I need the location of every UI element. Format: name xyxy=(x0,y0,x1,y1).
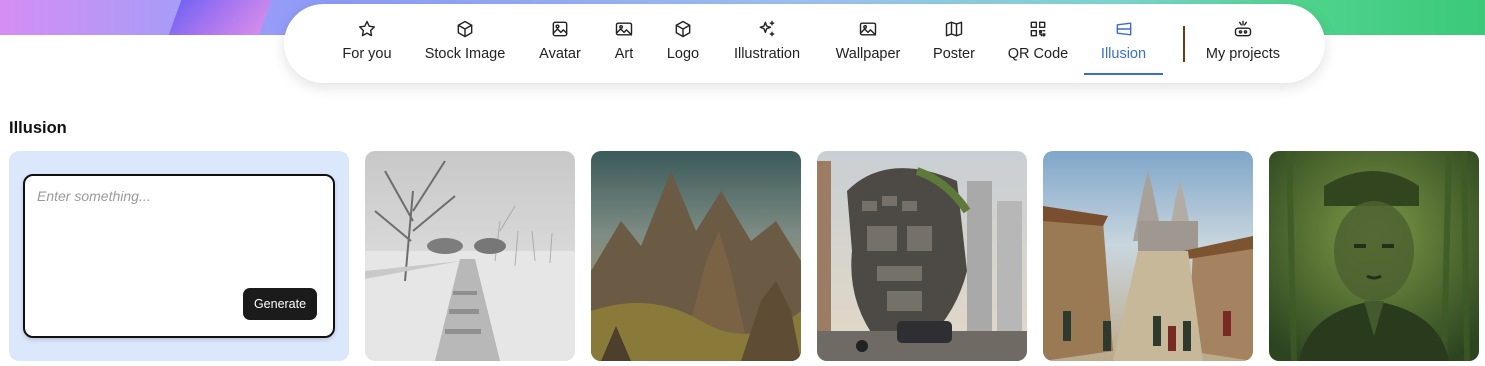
prompt-box: Generate xyxy=(23,174,335,338)
qr-code-icon xyxy=(1027,18,1049,40)
gallery-image-snowy-park[interactable] xyxy=(365,151,575,361)
sparkles-icon xyxy=(756,18,778,40)
image-icon xyxy=(613,18,635,40)
nav-label: My projects xyxy=(1205,46,1281,62)
nav-label: Wallpaper xyxy=(835,46,901,62)
nav-label: QR Code xyxy=(1007,46,1069,62)
nav-label: For you xyxy=(342,46,392,62)
nav-label: Art xyxy=(614,46,634,62)
map-icon xyxy=(943,18,965,40)
image-icon xyxy=(857,18,879,40)
gallery-image-face-building[interactable] xyxy=(817,151,1027,361)
cube-icon xyxy=(672,18,694,40)
category-navbar: For you Stock Image Avatar Art Logo Illu… xyxy=(284,4,1325,83)
gallery-image-medieval-village[interactable] xyxy=(1043,151,1253,361)
nav-item-qr-code[interactable]: QR Code xyxy=(1006,4,1070,83)
gallery-image-forest-portrait[interactable] xyxy=(1269,151,1479,361)
nav-item-art[interactable]: Art xyxy=(610,4,638,83)
section-title: Illusion xyxy=(9,119,67,137)
nav-label: Logo xyxy=(666,46,700,62)
nav-item-illustration[interactable]: Illustration xyxy=(729,4,805,83)
nav-label: Illusion xyxy=(1100,46,1147,62)
star-icon xyxy=(356,18,378,40)
nav-item-my-projects[interactable]: My projects xyxy=(1202,4,1284,83)
active-tab-underline xyxy=(1084,73,1163,75)
generate-button[interactable]: Generate xyxy=(243,288,317,320)
banner-streak xyxy=(168,0,272,35)
illusion-icon xyxy=(1113,18,1135,40)
cube-icon xyxy=(454,18,476,40)
prompt-input[interactable] xyxy=(37,188,321,278)
nav-divider xyxy=(1183,26,1185,62)
gallery-image-mountains[interactable] xyxy=(591,151,801,361)
nav-label: Poster xyxy=(933,46,975,62)
nav-item-avatar[interactable]: Avatar xyxy=(536,4,584,83)
nav-label: Illustration xyxy=(733,46,801,62)
nav-label: Stock Image xyxy=(424,46,506,62)
prompt-card: Generate xyxy=(9,151,349,361)
nav-label: Avatar xyxy=(539,46,581,62)
image-frame-icon xyxy=(549,18,571,40)
nav-item-wallpaper[interactable]: Wallpaper xyxy=(833,4,903,83)
nav-item-logo[interactable]: Logo xyxy=(664,4,702,83)
nav-item-illusion[interactable]: Illusion xyxy=(1084,4,1163,83)
nav-item-poster[interactable]: Poster xyxy=(930,4,978,83)
projects-icon xyxy=(1232,18,1254,40)
nav-item-stock-image[interactable]: Stock Image xyxy=(420,4,510,83)
nav-item-for-you[interactable]: For you xyxy=(338,4,396,83)
